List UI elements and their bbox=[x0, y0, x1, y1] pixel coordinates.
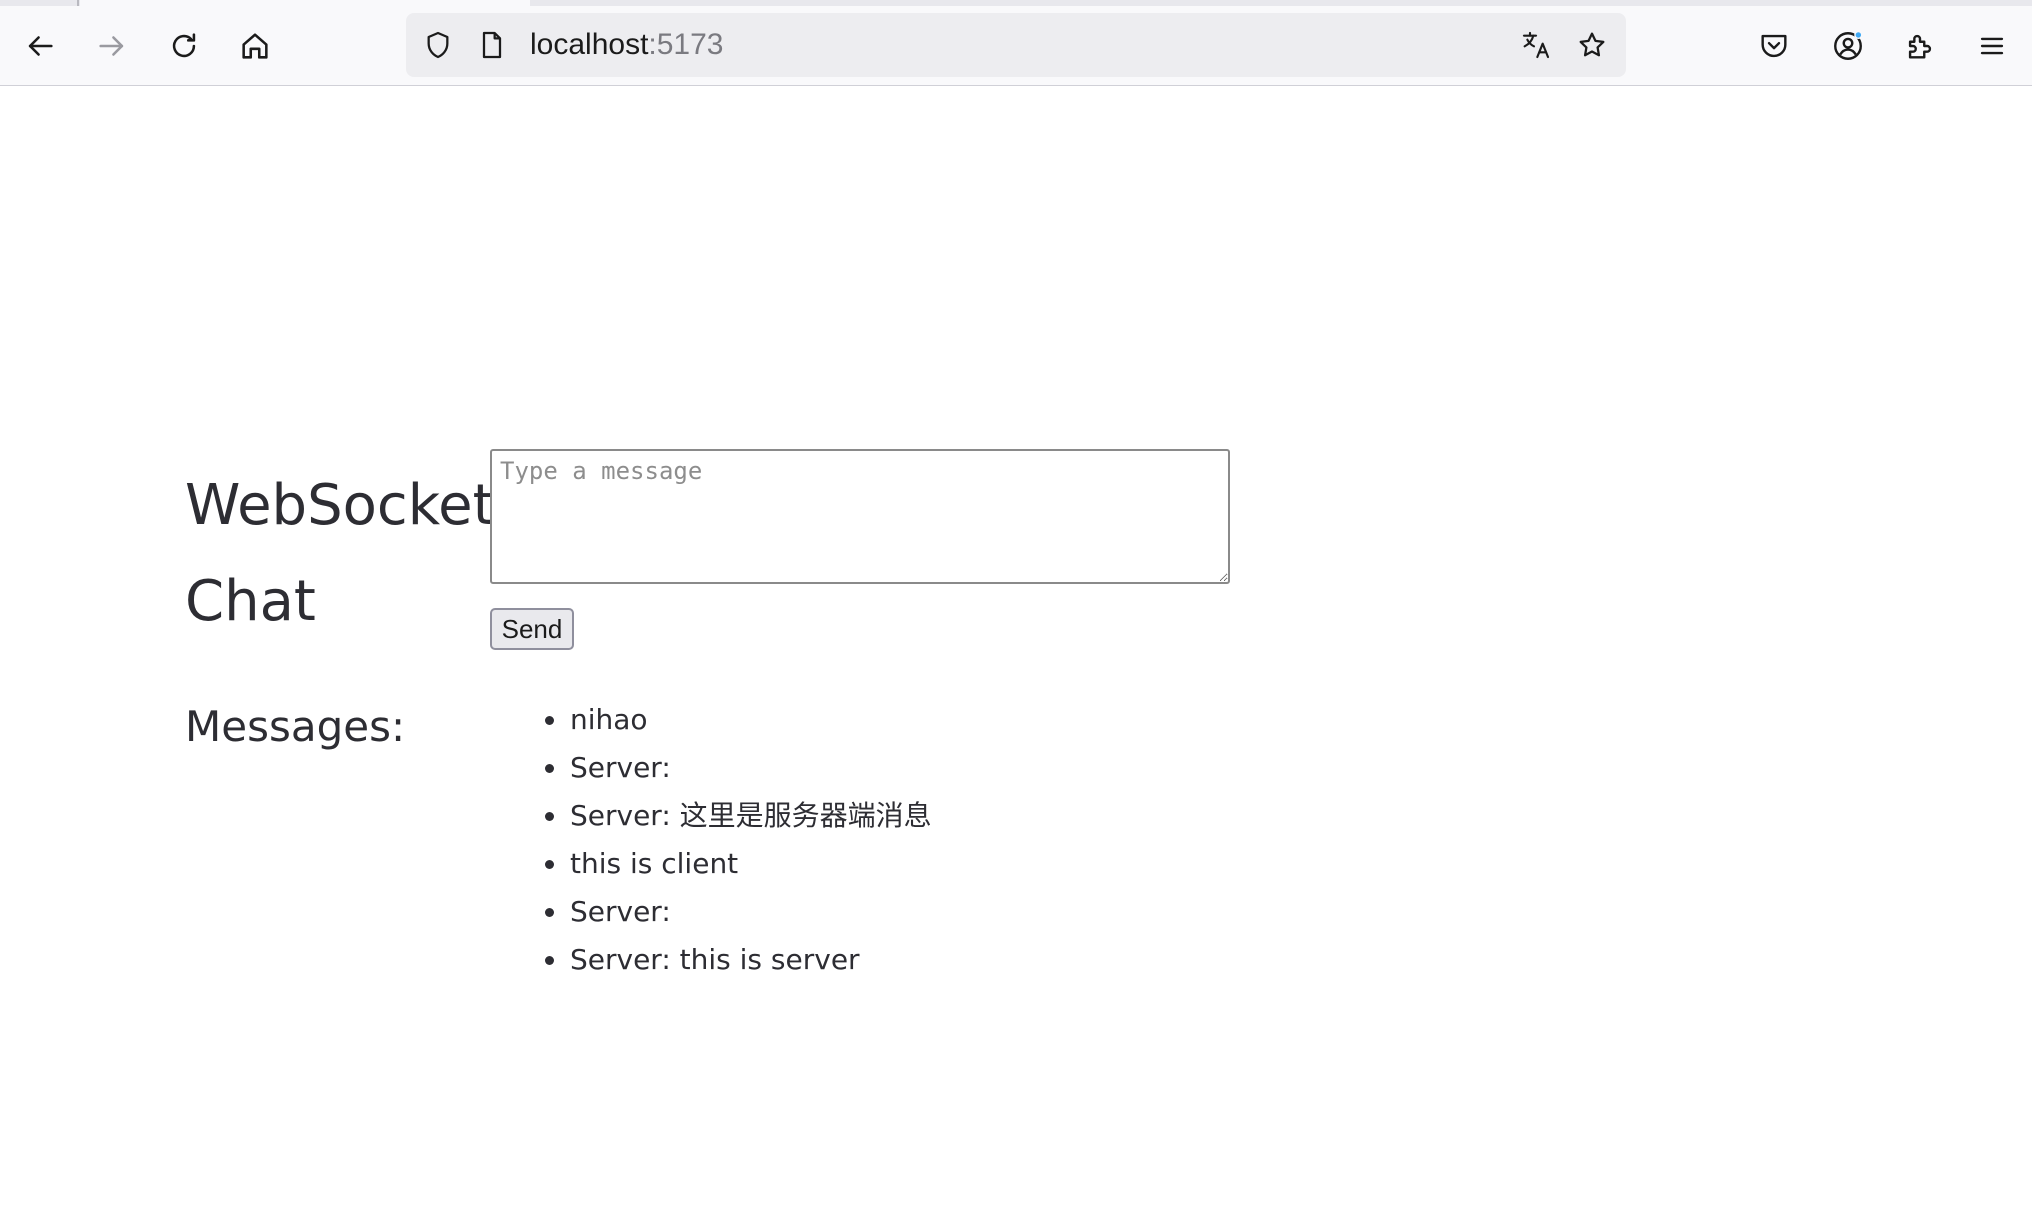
page-title: WebSocket Chat bbox=[185, 473, 495, 634]
translate-icon[interactable] bbox=[1518, 27, 1554, 63]
message-item: Server: bbox=[545, 744, 932, 792]
reload-button[interactable] bbox=[154, 14, 214, 78]
message-item: this is client bbox=[545, 840, 932, 888]
extensions-button[interactable] bbox=[1890, 14, 1950, 78]
tab-strip bbox=[0, 0, 2032, 6]
hamburger-menu-icon bbox=[1980, 37, 2004, 55]
account-button[interactable] bbox=[1818, 14, 1878, 78]
messages-heading: Messages: bbox=[185, 702, 406, 751]
browser-toolbar: localhost:5173 bbox=[0, 0, 2032, 86]
extensions-icon bbox=[1908, 34, 1932, 59]
home-icon bbox=[242, 33, 268, 59]
home-button[interactable] bbox=[225, 14, 285, 78]
message-item: Server: bbox=[545, 888, 932, 936]
message-list: nihao Server: Server: 这里是服务器端消息 this is … bbox=[545, 696, 932, 984]
tab-separator bbox=[77, 0, 79, 6]
url-port: :5173 bbox=[648, 28, 724, 61]
back-button[interactable] bbox=[10, 14, 70, 78]
page-icon[interactable] bbox=[474, 27, 510, 63]
arrow-right-icon bbox=[99, 36, 124, 56]
star-icon[interactable] bbox=[1574, 27, 1610, 63]
reload-icon bbox=[172, 33, 196, 58]
pocket-button[interactable] bbox=[1744, 14, 1804, 78]
shield-icon[interactable] bbox=[420, 27, 456, 63]
arrow-left-icon bbox=[28, 36, 53, 56]
pocket-icon bbox=[1761, 34, 1787, 58]
message-input[interactable] bbox=[490, 449, 1230, 584]
menu-button[interactable] bbox=[1962, 14, 2022, 78]
message-item: Server: this is server bbox=[545, 936, 932, 984]
url-host: localhost bbox=[530, 28, 649, 61]
account-icon bbox=[1834, 30, 1863, 60]
send-button[interactable]: Send bbox=[490, 608, 574, 650]
url-text[interactable]: localhost:5173 bbox=[530, 27, 723, 63]
message-item: Server: 这里是服务器端消息 bbox=[545, 792, 932, 840]
forward-button[interactable] bbox=[82, 14, 142, 78]
url-bar[interactable]: localhost:5173 bbox=[406, 13, 1626, 77]
message-item: nihao bbox=[545, 696, 932, 744]
active-tab[interactable] bbox=[80, 0, 530, 6]
